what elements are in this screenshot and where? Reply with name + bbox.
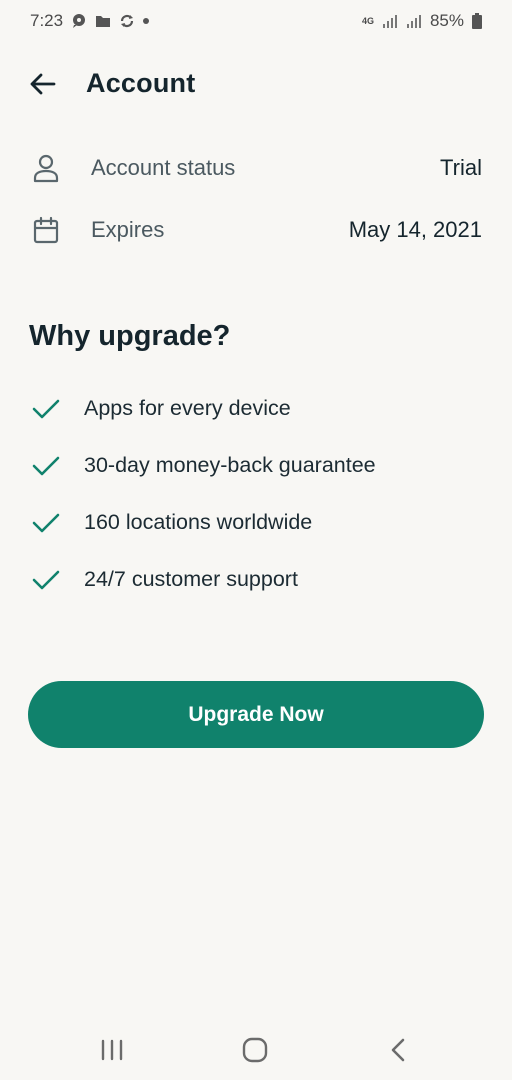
list-item: 160 locations worldwide <box>0 494 512 551</box>
checkmark-icon <box>30 393 62 425</box>
battery-icon <box>472 13 482 29</box>
upgrade-now-button[interactable]: Upgrade Now <box>28 681 484 748</box>
status-bar-left: 7:23 <box>30 11 150 31</box>
why-upgrade-title: Why upgrade? <box>29 320 231 352</box>
feature-text: 160 locations worldwide <box>84 510 313 534</box>
battery-percent: 85% <box>429 11 464 30</box>
list-item: 30-day money-back guarantee <box>0 437 512 494</box>
expires-value: May 14, 2021 <box>348 217 482 242</box>
system-back-button[interactable] <box>374 1030 422 1070</box>
back-icon <box>391 1038 405 1062</box>
home-icon <box>242 1037 268 1063</box>
status-time: 7:23 <box>30 11 64 30</box>
account-status-row: Account status Trial <box>0 143 512 193</box>
arrow-left-icon <box>30 73 56 95</box>
page-title: Account <box>86 68 196 98</box>
checkmark-icon <box>30 564 62 596</box>
sync-icon <box>119 13 135 29</box>
account-screen: 7:23 4G 85% Account Account status Trial… <box>0 0 512 1080</box>
account-status-value: Trial <box>440 155 482 180</box>
system-nav-bar <box>0 1020 512 1080</box>
checkmark-icon <box>30 507 62 539</box>
home-button[interactable] <box>231 1030 279 1070</box>
feature-text: Apps for every device <box>84 396 291 420</box>
expires-row: Expires May 14, 2021 <box>0 205 512 255</box>
expires-label: Expires <box>91 217 165 242</box>
dot-icon <box>143 18 150 24</box>
back-button[interactable] <box>24 66 60 102</box>
folder-icon <box>95 14 111 28</box>
account-status-label: Account status <box>91 155 236 180</box>
feature-text: 30-day money-back guarantee <box>84 453 376 477</box>
signal-icon <box>406 14 422 28</box>
status-bar: 7:23 4G 85% <box>0 0 512 42</box>
feature-list: Apps for every device 30-day money-back … <box>0 380 512 608</box>
list-item: Apps for every device <box>0 380 512 437</box>
app-bar: Account <box>0 58 512 110</box>
list-item: 24/7 customer support <box>0 551 512 608</box>
feature-text: 24/7 customer support <box>84 567 298 591</box>
person-icon <box>30 152 62 184</box>
network-type: 4G <box>361 15 374 26</box>
calendar-icon <box>30 214 62 246</box>
status-bar-right: 4G 85% <box>362 11 482 31</box>
recent-apps-icon <box>101 1039 123 1061</box>
chat-bubble-icon <box>71 13 87 29</box>
checkmark-icon <box>30 450 62 482</box>
recent-apps-button[interactable] <box>88 1030 136 1070</box>
signal-icon <box>382 14 398 28</box>
